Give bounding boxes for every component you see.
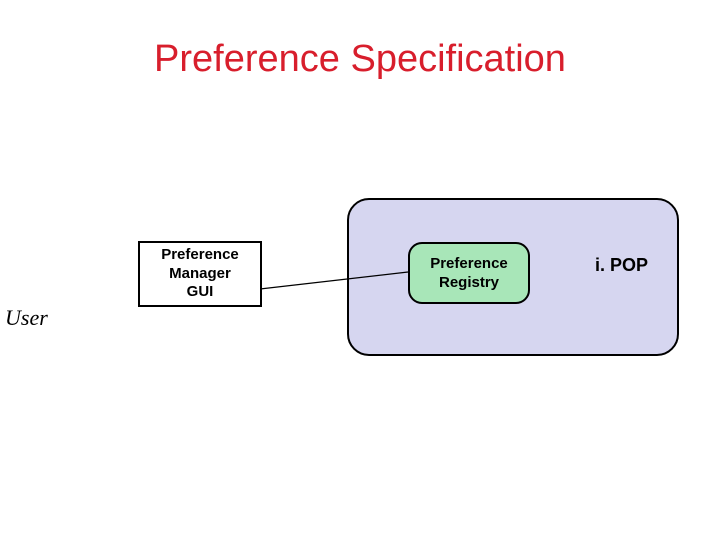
diagram-stage: Preference Specification Preference Mana…: [0, 0, 720, 540]
registry-line1: Preference: [430, 255, 508, 272]
pm-line1: Preference: [161, 246, 239, 263]
preference-registry-node: Preference Registry: [408, 242, 530, 304]
diagram-title: Preference Specification: [0, 38, 720, 81]
registry-line2: Registry: [439, 274, 499, 291]
user-label: User: [5, 305, 48, 331]
ipop-label: i. POP: [595, 255, 648, 276]
pm-line3: GUI: [187, 283, 214, 300]
preference-manager-gui-node: Preference Manager GUI: [138, 241, 262, 307]
pm-line2: Manager: [169, 265, 231, 282]
